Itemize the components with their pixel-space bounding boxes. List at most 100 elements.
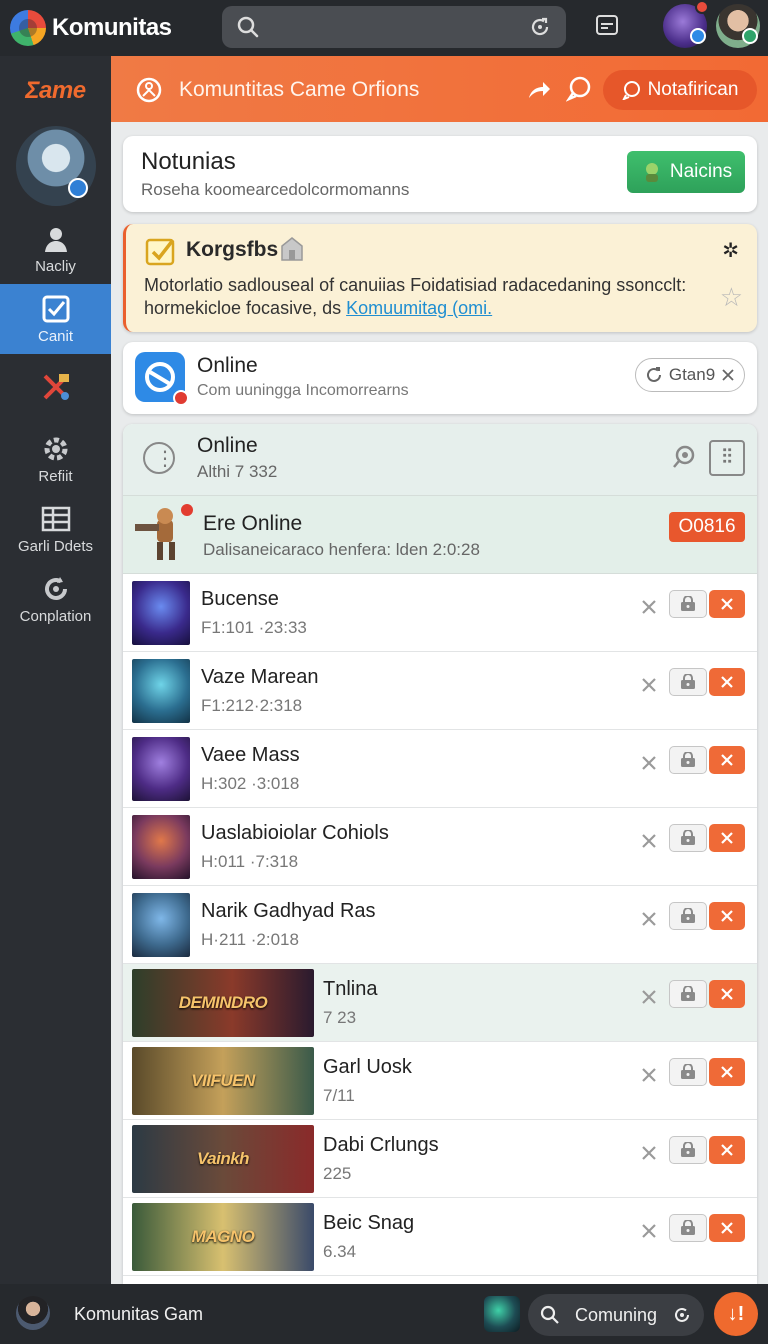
chat-bubble-icon — [621, 81, 640, 100]
dismiss-icon[interactable] — [639, 597, 659, 617]
dismiss-icon[interactable] — [639, 987, 659, 1007]
dismiss-icon[interactable] — [639, 909, 659, 929]
list-item-meta: H·211 ·2:018 — [201, 930, 299, 949]
online-list: Online Althi 7 332 ⫶⫶ Ere Online Dalisan… — [123, 424, 757, 1284]
list-item-meta: F1:212·2:318 — [201, 696, 303, 715]
lock-icon — [681, 1064, 695, 1079]
sidebar-item-refiit[interactable]: Refiit — [0, 424, 111, 494]
announcement-card: Korgsfbs Motorlatio sadlouseal of canuii… — [123, 224, 757, 332]
lock-button[interactable] — [669, 1136, 707, 1164]
list-item[interactable]: Bucense F1:101 ·23:33 — [123, 574, 757, 652]
sidebar-item-label: Refiit — [38, 467, 73, 485]
online-card-subtitle: Com uuningga Incomorrearns — [197, 382, 409, 399]
close-icon — [721, 1144, 733, 1156]
notunias-card: Notunias Roseha koomearcedolcormomanns N… — [123, 136, 757, 212]
location-icon[interactable] — [671, 444, 697, 470]
pin-icon[interactable]: ✲ — [722, 238, 739, 263]
gtan-pill[interactable]: Gtan9 — [635, 358, 745, 392]
remove-button[interactable] — [709, 1136, 745, 1164]
highlight-title: Ere Online — [203, 512, 303, 535]
remove-button[interactable] — [709, 746, 745, 774]
brand[interactable]: Komunitas — [0, 10, 200, 46]
star-icon[interactable]: ☆ — [720, 282, 743, 313]
more-options-icon[interactable] — [143, 442, 175, 474]
remove-button[interactable] — [709, 1058, 745, 1086]
list-item[interactable]: Vaee Mass H:302 ·3:018 — [123, 730, 757, 808]
list-header-subtitle: Althi 7 332 — [197, 462, 278, 481]
lock-button[interactable] — [669, 1214, 707, 1242]
facebook-badge-icon — [690, 28, 706, 44]
thumbnail-banner-text: MAGNO — [191, 1227, 255, 1246]
list-item[interactable]: Vainkh Dabi Crlungs 225 — [123, 1120, 757, 1198]
sidebar-item-label: Conplation — [19, 607, 92, 625]
list-item[interactable]: Narik Gadhyad Ras H·211 ·2:018 — [123, 886, 757, 964]
dismiss-icon[interactable] — [639, 1143, 659, 1163]
game-thumbnail: VIIFUEN — [132, 1047, 314, 1115]
profile-avatar[interactable] — [16, 1296, 50, 1330]
game-thumbnail — [132, 659, 190, 723]
notification-dot — [695, 0, 709, 14]
list-item[interactable]: Uaslabioiolar Cohiols H:011 ·7:318 — [123, 808, 757, 886]
remove-button[interactable] — [709, 824, 745, 852]
sidebar-item-conplation[interactable]: Conplation — [0, 564, 111, 634]
table-icon — [41, 506, 70, 531]
settings-icon[interactable] — [135, 76, 163, 104]
game-tile-icon[interactable] — [484, 1296, 520, 1332]
lock-button[interactable] — [669, 902, 707, 930]
card-subtitle: Roseha koomearcedolcormomanns — [141, 180, 410, 199]
share-icon[interactable] — [526, 76, 552, 102]
list-item[interactable]: VIIFUEN Garl Uosk 7/11 — [123, 1042, 757, 1120]
remove-button[interactable] — [709, 980, 745, 1008]
close-icon[interactable] — [721, 368, 735, 382]
sidebar-avatar[interactable] — [15, 126, 96, 206]
game-thumbnail: Vainkh — [132, 1125, 314, 1193]
search-input[interactable] — [222, 6, 566, 48]
refresh-icon[interactable] — [672, 1305, 692, 1325]
dismiss-icon[interactable] — [639, 753, 659, 773]
action-fab[interactable]: ↓! — [714, 1292, 758, 1336]
lock-button[interactable] — [669, 980, 707, 1008]
list-item-name: Tnlina — [323, 978, 378, 1000]
lock-button[interactable] — [669, 746, 707, 774]
dismiss-icon[interactable] — [639, 1221, 659, 1241]
footer-search[interactable]: Comuning — [528, 1294, 704, 1336]
sidebar-item-canit[interactable]: Canit — [0, 284, 111, 354]
sidebar-item-garli-ddets[interactable]: Garli Ddets — [0, 494, 111, 564]
highlight-code-badge: O0816 — [669, 512, 745, 542]
list-item-meta: 225 — [323, 1164, 352, 1183]
list-header: Online Althi 7 332 ⫶⫶ — [123, 424, 757, 496]
announcement-link[interactable]: Komuumitag (omi. — [346, 298, 492, 318]
filter-icon[interactable]: ⫶⫶ — [709, 440, 745, 476]
naicins-button[interactable]: Naicins — [627, 151, 745, 193]
remove-button[interactable] — [709, 590, 745, 618]
chat-icon[interactable] — [566, 76, 592, 102]
lock-button[interactable] — [669, 1058, 707, 1086]
close-icon — [721, 988, 733, 1000]
notification-button[interactable]: Notafirican — [603, 70, 757, 110]
refresh-icon[interactable] — [528, 15, 552, 39]
list-item-meta: 6.34 — [323, 1242, 357, 1261]
list-item-name: Vaze Marean — [201, 666, 319, 688]
dismiss-icon[interactable] — [639, 1065, 659, 1085]
list-item[interactable]: Vaze Marean F1:212·2:318 — [123, 652, 757, 730]
lock-button[interactable] — [669, 590, 707, 618]
remove-button[interactable] — [709, 1214, 745, 1242]
checklist-icon — [145, 238, 175, 266]
footer-user-name: Komunitas Gam — [74, 1304, 204, 1324]
highlight-row[interactable]: Ere Online Dalisaneicaraco henfera: lden… — [123, 496, 757, 574]
sidebar-item-nacliy[interactable]: Nacliy — [0, 214, 111, 284]
list-item[interactable]: MAGNO Beic Snag 6.34 — [123, 1198, 757, 1276]
list-item[interactable]: DEMINDRO Tnlina 7 23 — [123, 964, 757, 1042]
dismiss-icon[interactable] — [639, 675, 659, 695]
calendar-icon[interactable] — [594, 12, 620, 38]
remove-button[interactable] — [709, 902, 745, 930]
dismiss-icon[interactable] — [639, 831, 659, 851]
footer-search-label: Comuning — [574, 1304, 658, 1325]
sidebar: Σame Nacliy Canit Refiit Garli Ddets Con… — [0, 56, 111, 1284]
sidebar-item-tools[interactable] — [0, 354, 111, 424]
sidebar-logo[interactable]: Σame — [0, 56, 111, 126]
lock-button[interactable] — [669, 668, 707, 696]
lock-button[interactable] — [669, 824, 707, 852]
online-card[interactable]: Online Com uuningga Incomorrearns Gtan9 — [123, 342, 757, 414]
remove-button[interactable] — [709, 668, 745, 696]
